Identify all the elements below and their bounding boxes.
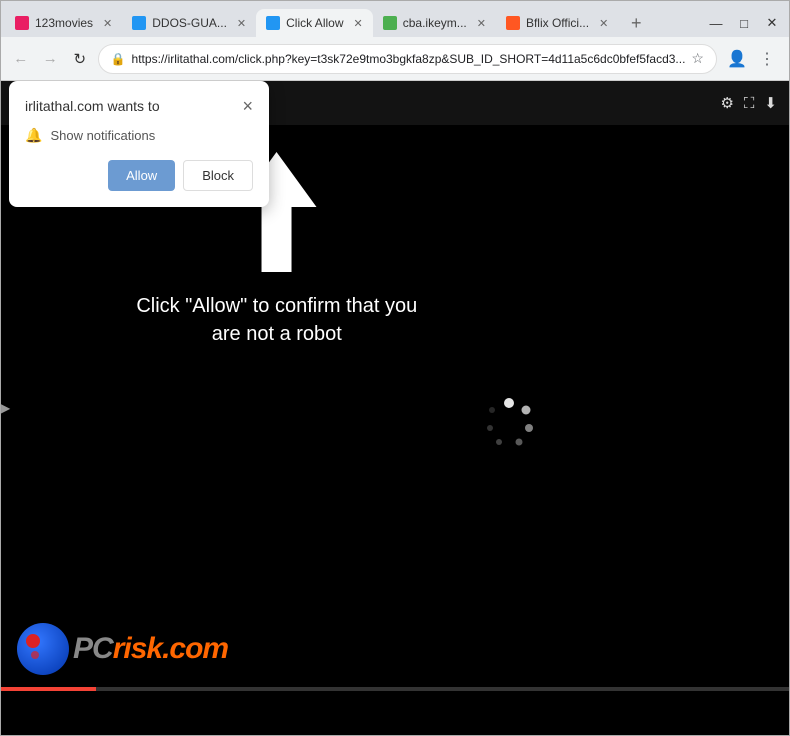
new-tab-button[interactable]: +: [622, 9, 650, 37]
video-progress-fill: [1, 687, 96, 691]
watermark-risk: risk.com: [113, 632, 228, 666]
forward-button[interactable]: →: [39, 45, 63, 73]
profile-icon[interactable]: 👤: [723, 45, 751, 73]
browser-content: irlitathal.com wants to × 🔔 Show notific…: [1, 81, 789, 735]
popup-buttons: Allow Block: [25, 160, 253, 191]
tab-label-1: 123movies: [35, 16, 93, 30]
tab-label-3: Click Allow: [286, 16, 343, 30]
popup-close-button[interactable]: ×: [242, 97, 253, 115]
minimize-button[interactable]: —: [703, 13, 729, 33]
download-icon[interactable]: ⬇: [764, 94, 777, 112]
video-progress-bar[interactable]: [1, 687, 789, 691]
popup-title: irlitathal.com wants to: [25, 98, 160, 114]
controls-right: ⚙ ⛶ ⬇: [720, 94, 777, 112]
watermark-text-group: PC risk.com: [73, 632, 228, 666]
fullscreen-icon[interactable]: ⛶: [744, 95, 755, 112]
browser-window: 123movies ✕ DDOS-GUA... ✕ Click Allow ✕ …: [0, 0, 790, 736]
tab-favicon-4: [383, 16, 397, 30]
maximize-button[interactable]: □: [731, 13, 757, 33]
allow-button[interactable]: Allow: [108, 160, 175, 191]
tab-123movies[interactable]: 123movies ✕: [5, 9, 122, 37]
block-button[interactable]: Block: [183, 160, 253, 191]
tab-bar: 123movies ✕ DDOS-GUA... ✕ Click Allow ✕ …: [1, 1, 789, 37]
tab-bflix[interactable]: Bflix Offici... ✕: [496, 9, 618, 37]
left-edge-arrow: ▶: [1, 401, 10, 415]
tab-favicon-3: [266, 16, 280, 30]
tab-label-5: Bflix Offici...: [526, 16, 589, 30]
back-button[interactable]: ←: [9, 45, 33, 73]
tab-close-3[interactable]: ✕: [354, 17, 363, 30]
tab-close-2[interactable]: ✕: [237, 17, 246, 30]
watermark-pc: PC: [73, 632, 113, 666]
watermark-logo: [17, 623, 69, 675]
close-button[interactable]: ✕: [759, 13, 785, 33]
tab-favicon-1: [15, 16, 29, 30]
spinner: [482, 395, 537, 455]
tab-ddos[interactable]: DDOS-GUA... ✕: [122, 9, 256, 37]
settings-icon[interactable]: ⚙: [720, 94, 733, 112]
popup-notification-row: 🔔 Show notifications: [25, 127, 253, 144]
tab-favicon-2: [132, 16, 146, 30]
popup-header: irlitathal.com wants to ×: [25, 97, 253, 115]
bookmark-icon[interactable]: ☆: [691, 50, 704, 67]
watermark: PC risk.com: [17, 623, 228, 675]
tab-cba[interactable]: cba.ikeym... ✕: [373, 9, 496, 37]
url-text: https://irlitathal.com/click.php?key=t3s…: [132, 52, 686, 66]
url-bar[interactable]: 🔒 https://irlitathal.com/click.php?key=t…: [98, 44, 717, 74]
tab-label-2: DDOS-GUA...: [152, 16, 227, 30]
tab-close-4[interactable]: ✕: [477, 17, 486, 30]
notification-popup: irlitathal.com wants to × 🔔 Show notific…: [9, 81, 269, 207]
tab-close-5[interactable]: ✕: [599, 17, 608, 30]
bell-icon: 🔔: [25, 127, 42, 144]
tab-label-4: cba.ikeym...: [403, 16, 467, 30]
tab-close-1[interactable]: ✕: [103, 17, 112, 30]
window-controls: — □ ✕: [703, 13, 785, 37]
instruction-text: Click "Allow" to confirm that youare not…: [136, 292, 417, 348]
reload-button[interactable]: ↻: [68, 45, 92, 73]
tab-click-allow[interactable]: Click Allow ✕: [256, 9, 373, 37]
tab-favicon-5: [506, 16, 520, 30]
lock-icon: 🔒: [111, 52, 126, 66]
popup-notification-label: Show notifications: [50, 128, 155, 143]
address-bar: ← → ↻ 🔒 https://irlitathal.com/click.php…: [1, 37, 789, 81]
address-bar-actions: 👤 ⋮: [723, 45, 781, 73]
menu-icon[interactable]: ⋮: [753, 45, 781, 73]
